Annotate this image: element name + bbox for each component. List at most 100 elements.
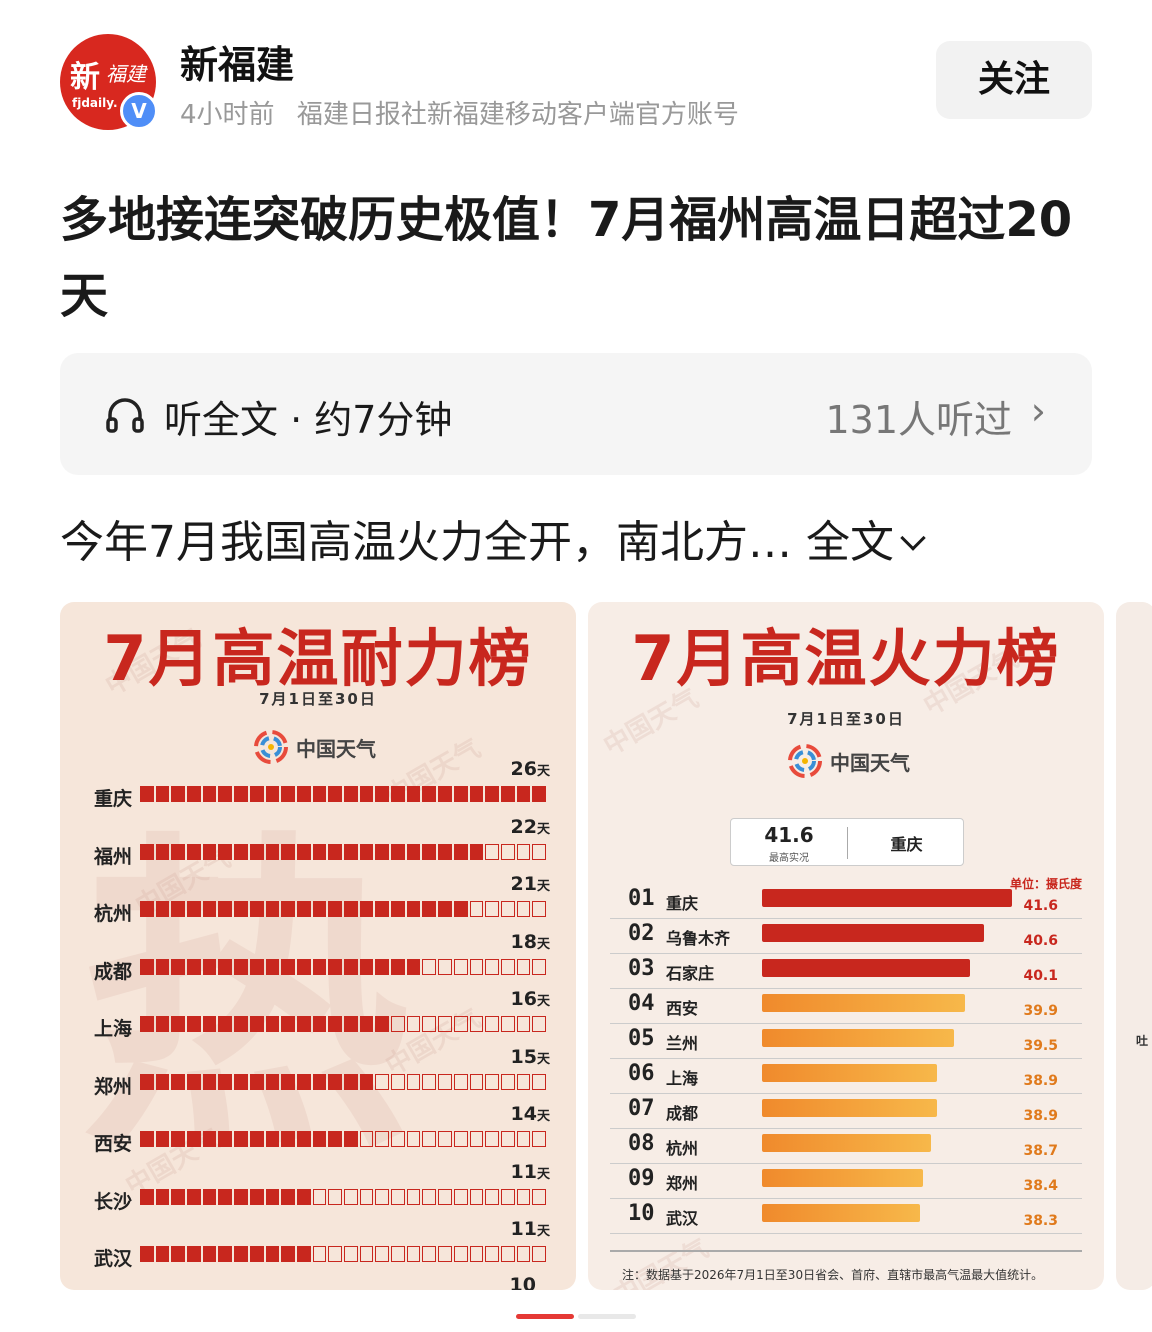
hot-day-box: [265, 1016, 280, 1032]
hot-day-box: [281, 786, 295, 802]
heat-value-label: 39.9: [1023, 1003, 1058, 1019]
listen-fulltext-bar[interactable]: 听全文 · 约7分钟 131人听过 ›: [60, 353, 1092, 475]
hot-day-box: [234, 1016, 248, 1032]
hot-day-box: [140, 1131, 154, 1147]
top-record-sublabel: 最高实况: [769, 853, 809, 864]
normal-day-box: [422, 1188, 437, 1205]
normal-day-box: [485, 1073, 499, 1090]
divider: [610, 1250, 1082, 1252]
post-time: 4小时前: [180, 100, 275, 130]
hot-day-box: [187, 1073, 201, 1090]
normal-day-box: [532, 1016, 546, 1032]
hot-day-box: [296, 1188, 311, 1205]
heat-city-label: 成都: [666, 1104, 699, 1123]
hot-day-box: [296, 1131, 311, 1147]
endurance-city-label: 福州: [94, 845, 133, 868]
hot-day-box: [344, 901, 358, 917]
hot-day-box: [249, 1188, 264, 1205]
normal-day-box: [422, 958, 437, 975]
hot-day-box: [249, 843, 264, 860]
image-card-endurance[interactable]: 热 中国天气 中国天气 中国天气 中国天气 中国天气 7月高温耐力榜 7月1日至…: [60, 602, 576, 1290]
normal-day-box: [375, 1188, 390, 1205]
hot-day-box: [202, 958, 217, 975]
endurance-days-label: 22天: [510, 815, 550, 838]
hot-day-box: [171, 958, 186, 975]
hot-day-box: [155, 843, 170, 860]
hot-day-box: [265, 1131, 280, 1147]
hot-day-box: [155, 1016, 170, 1032]
endurance-days-label: 11天: [510, 1160, 550, 1183]
heat-row: 06 上海 38.9: [610, 1059, 1082, 1094]
avatar-logo-en: fjdaily.: [72, 96, 118, 110]
normal-day-box: [438, 1073, 452, 1090]
hot-day-box: [265, 1246, 280, 1262]
hot-day-box: [234, 1131, 248, 1147]
hot-day-box: [281, 1131, 295, 1147]
hot-day-box: [265, 786, 280, 802]
background-character: 热: [80, 803, 410, 1191]
image-card-next[interactable]: 吐: [1116, 602, 1152, 1290]
endurance-days-label: 11天: [510, 1218, 550, 1240]
image-card-heat[interactable]: 中国天气 中国天气 中国天气 7月高温火力榜 7月1日至30日 中国天气 41.…: [588, 602, 1104, 1290]
hot-day-box: [406, 901, 421, 917]
hot-day-box: [469, 786, 484, 802]
hot-day-box: [171, 1246, 186, 1262]
normal-day-box: [500, 1246, 515, 1262]
heat-value-label: 40.6: [1023, 933, 1058, 949]
endurance-bar: [140, 958, 548, 975]
follow-button[interactable]: 关注: [936, 41, 1092, 119]
hot-day-box: [218, 1188, 233, 1205]
hot-day-box: [422, 901, 437, 917]
hot-day-box: [281, 1073, 295, 1090]
expand-fulltext-link[interactable]: 全文: [806, 517, 926, 568]
hot-day-box: [296, 958, 311, 975]
hot-day-box: [249, 901, 264, 917]
endurance-days-label: 14天: [510, 1103, 550, 1125]
hot-day-box: [249, 1073, 264, 1090]
heat-city-label: 杭州: [666, 1139, 699, 1158]
heat-rank: 08: [628, 1131, 655, 1156]
card-date: 7月1日至30日: [787, 710, 905, 728]
heat-row: 07 成都 38.9: [610, 1094, 1082, 1129]
hot-day-box: [155, 901, 170, 917]
heat-value-label: 38.9: [1023, 1108, 1058, 1124]
heat-value-label: 41.6: [1023, 898, 1058, 914]
hot-day-box: [359, 843, 374, 860]
hot-day-box: [234, 1188, 248, 1205]
footnote: 注：数据基于2026年7月1日至30日省会、首府、直辖市最高气温最大值统计。: [622, 1268, 1044, 1282]
hot-day-box: [359, 786, 374, 802]
hot-day-box: [171, 1016, 186, 1032]
normal-day-box: [375, 1246, 390, 1262]
heat-rank: 07: [628, 1096, 655, 1121]
normal-day-box: [453, 1073, 468, 1090]
heat-bar: [762, 1064, 937, 1082]
hot-day-box: [359, 901, 374, 917]
hot-day-box: [265, 1188, 280, 1205]
normal-day-box: [516, 843, 531, 860]
hot-day-box: [500, 786, 515, 802]
normal-day-box: [453, 1131, 468, 1147]
hot-day-box: [171, 1073, 186, 1090]
hot-day-box: [218, 1016, 233, 1032]
hot-day-box: [187, 1131, 201, 1147]
normal-day-box: [485, 843, 499, 860]
hot-day-box: [312, 786, 327, 802]
normal-day-box: [453, 1016, 468, 1032]
hot-day-box: [344, 1016, 358, 1032]
hot-day-box: [391, 958, 405, 975]
hot-day-box: [453, 843, 468, 860]
normal-day-box: [438, 1188, 452, 1205]
hot-day-box: [202, 1016, 217, 1032]
hot-day-box: [187, 786, 201, 802]
heat-bar: [762, 1029, 954, 1047]
hot-day-box: [406, 843, 421, 860]
hot-day-box: [375, 958, 390, 975]
account-name[interactable]: 新福建: [180, 34, 294, 89]
peek-text: 吐: [1136, 1034, 1149, 1048]
endurance-city-label: 郑州: [94, 1075, 133, 1098]
hot-day-box: [140, 1073, 154, 1090]
hot-day-box: [202, 786, 217, 802]
hot-day-box: [187, 901, 201, 917]
normal-day-box: [422, 1073, 437, 1090]
hot-day-box: [312, 843, 327, 860]
